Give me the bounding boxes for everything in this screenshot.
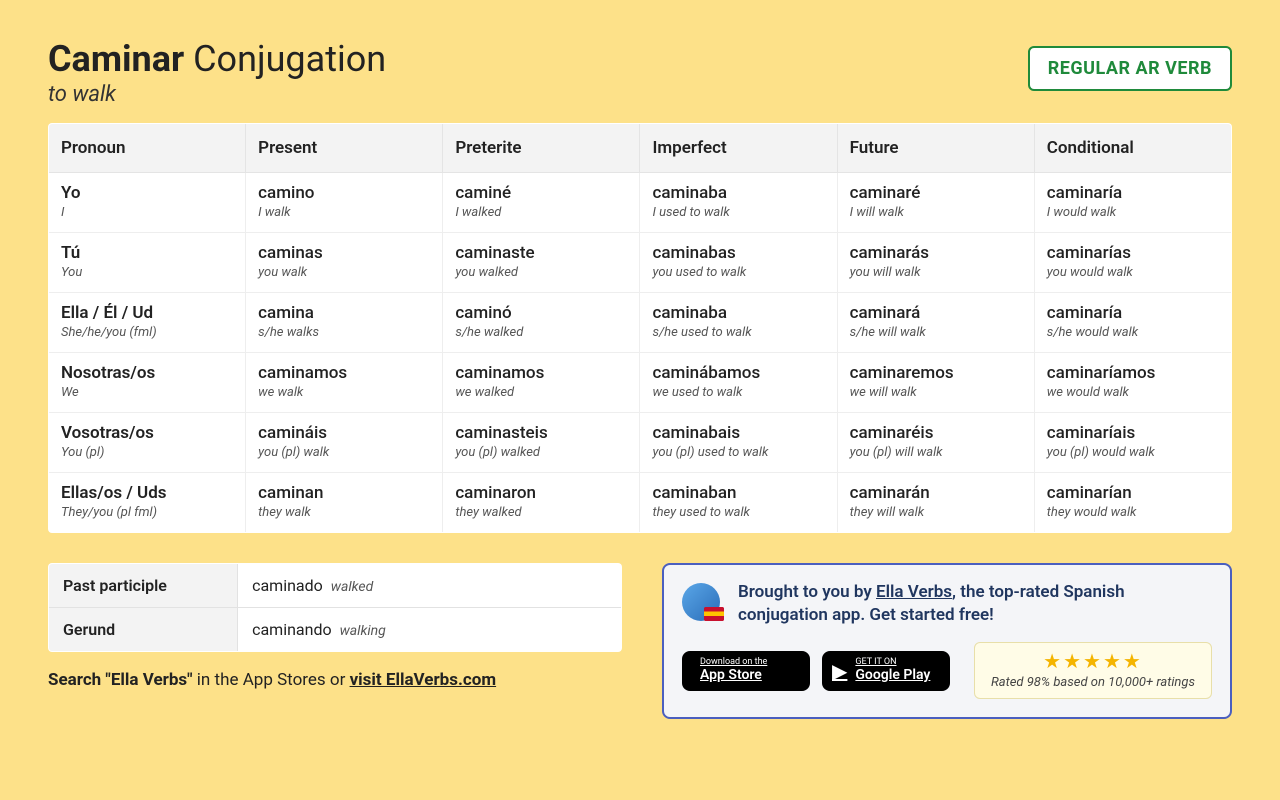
search-line: Search "Ella Verbs" in the App Stores or… [48, 670, 622, 690]
conjugation-cell: caminabanthey used to walk [640, 472, 837, 532]
visit-link[interactable]: visit EllaVerbs.com [350, 670, 497, 690]
conjugation-cell: caminaremoswe will walk [837, 352, 1034, 412]
column-header: Present [246, 123, 443, 172]
star-icons: ★★★★★ [991, 649, 1195, 673]
conjugation-cell: caminabasyou used to walk [640, 232, 837, 292]
conjugation-cell: caminasyou walk [246, 232, 443, 292]
conjugation-cell: caminas/he walks [246, 292, 443, 352]
table-row: Nosotras/osWecaminamoswe walkcaminamoswe… [49, 352, 1232, 412]
pronoun-cell: YoI [49, 172, 246, 232]
promo-bottom: Download on the App Store ▶ GET IT ON Go… [682, 642, 1212, 699]
conjugation-cell: caminaríamoswe would walk [1034, 352, 1231, 412]
conjugation-cell: caminoI walk [246, 172, 443, 232]
column-header: Future [837, 123, 1034, 172]
verb-type-badge: REGULAR AR VERB [1028, 46, 1232, 91]
conjugation-cell: caminaronthey walked [443, 472, 640, 532]
column-header: Pronoun [49, 123, 246, 172]
column-header: Preterite [443, 123, 640, 172]
conjugation-cell: caminaríaisyou (pl) would walk [1034, 412, 1231, 472]
gerund-en: walking [340, 623, 386, 639]
pronoun-cell: Vosotras/osYou (pl) [49, 412, 246, 472]
gerund-label: Gerund [49, 607, 238, 651]
conjugation-cell: caminasteyou walked [443, 232, 640, 292]
conjugation-cell: caminarásyou will walk [837, 232, 1034, 292]
conjugation-cell: camináisyou (pl) walk [246, 412, 443, 472]
pronoun-cell: Nosotras/osWe [49, 352, 246, 412]
appstore-small: Download on the [700, 657, 767, 667]
promo-prefix: Brought to you by [738, 582, 876, 602]
past-participle-label: Past participle [49, 563, 238, 607]
table-row: TúYoucaminasyou walkcaminasteyou walkedc… [49, 232, 1232, 292]
play-icon: ▶ [832, 660, 847, 682]
conjugation-cell: caminaríanthey would walk [1034, 472, 1231, 532]
verb-name: Caminar [48, 38, 184, 80]
search-middle: in the App Stores or [193, 670, 350, 690]
play-big: Google Play [855, 668, 930, 683]
pronoun-cell: Ella / Él / UdShe/he/you (fml) [49, 292, 246, 352]
conjugation-cell: caminéI walked [443, 172, 640, 232]
conjugation-cell: caminabaisyou (pl) used to walk [640, 412, 837, 472]
gerund-value: caminando walking [238, 607, 622, 651]
past-participle-value: caminado walked [238, 563, 622, 607]
google-play-button[interactable]: ▶ GET IT ON Google Play [822, 651, 950, 691]
rating-text: Rated 98% based on 10,000+ ratings [991, 675, 1195, 690]
conjugation-cell: caminamoswe walk [246, 352, 443, 412]
conjugation-cell: caminaríasyou would walk [1034, 232, 1231, 292]
conjugation-cell: caminaréI will walk [837, 172, 1034, 232]
conjugation-cell: caminós/he walked [443, 292, 640, 352]
past-participle-en: walked [331, 579, 374, 595]
conjugation-table: PronounPresentPreteriteImperfectFutureCo… [48, 123, 1232, 533]
conjugation-cell: caminaríaI would walk [1034, 172, 1231, 232]
search-prefix: Search "Ella Verbs" [48, 670, 193, 690]
ella-verbs-link[interactable]: Ella Verbs [876, 582, 952, 602]
bottom-row: Past participle caminado walked Gerund c… [48, 563, 1232, 720]
conjugation-cell: caminasteisyou (pl) walked [443, 412, 640, 472]
conjugation-cell: caminabas/he used to walk [640, 292, 837, 352]
left-column: Past participle caminado walked Gerund c… [48, 563, 622, 720]
verb-translation: to walk [48, 82, 386, 107]
column-header: Imperfect [640, 123, 837, 172]
conjugation-cell: caminarás/he will walk [837, 292, 1034, 352]
pronoun-cell: Ellas/os / UdsThey/you (pl fml) [49, 472, 246, 532]
conjugation-cell: caminaréisyou (pl) will walk [837, 412, 1034, 472]
table-row: YoIcaminoI walkcaminéI walkedcaminabaI u… [49, 172, 1232, 232]
conjugation-cell: caminanthey walk [246, 472, 443, 532]
conjugation-cell: caminaránthey will walk [837, 472, 1034, 532]
past-participle-sp: caminado [252, 576, 323, 595]
promo-box: Brought to you by Ella Verbs, the top-ra… [662, 563, 1232, 720]
conjugation-cell: caminamoswe walked [443, 352, 640, 412]
conjugation-cell: caminábamoswe used to walk [640, 352, 837, 412]
promo-top: Brought to you by Ella Verbs, the top-ra… [682, 581, 1212, 629]
gerund-sp: caminando [252, 620, 332, 639]
conjugation-cell: caminabaI used to walk [640, 172, 837, 232]
pronoun-cell: TúYou [49, 232, 246, 292]
table-row: Ellas/os / UdsThey/you (pl fml)caminanth… [49, 472, 1232, 532]
table-row: Vosotras/osYou (pl)camináisyou (pl) walk… [49, 412, 1232, 472]
table-row: Ella / Él / UdShe/he/you (fml)caminas/he… [49, 292, 1232, 352]
column-header: Conditional [1034, 123, 1231, 172]
promo-text: Brought to you by Ella Verbs, the top-ra… [738, 581, 1212, 629]
play-small: GET IT ON [855, 657, 896, 667]
conjugation-cell: caminarías/he would walk [1034, 292, 1231, 352]
rating-box: ★★★★★ Rated 98% based on 10,000+ ratings [974, 642, 1212, 699]
participle-table: Past participle caminado walked Gerund c… [48, 563, 622, 652]
page-title: Caminar Conjugation [48, 40, 386, 80]
header: Caminar Conjugation to walk REGULAR AR V… [48, 40, 1232, 107]
title-suffix: Conjugation [193, 38, 386, 80]
globe-icon [682, 581, 724, 623]
appstore-big: App Store [700, 668, 767, 683]
app-store-button[interactable]: Download on the App Store [682, 651, 810, 691]
title-block: Caminar Conjugation to walk [48, 40, 386, 107]
